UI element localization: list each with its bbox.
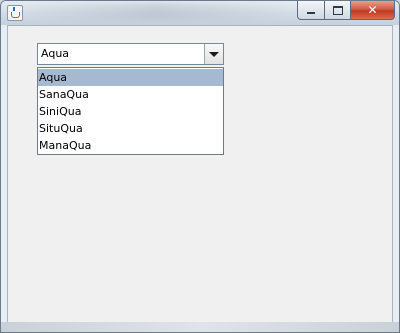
minimize-button[interactable] [297, 1, 325, 20]
close-button[interactable]: ✕ [351, 1, 395, 20]
dropdown-option-siniqua[interactable]: SiniQua [38, 103, 223, 120]
close-icon: ✕ [367, 3, 378, 17]
chevron-down-icon [209, 51, 219, 57]
maximize-button[interactable] [325, 1, 351, 20]
java-cup-icon[interactable] [7, 5, 23, 21]
dropdown-option-situqua[interactable]: SituQua [38, 120, 223, 137]
combo-arrow-button[interactable] [204, 44, 223, 64]
combo-selected-value: Aqua [41, 47, 70, 60]
minimize-icon [307, 12, 315, 14]
maximize-icon [332, 5, 343, 15]
combo-dropdown-list: Aqua SanaQua SiniQua SituQua ManaQua [37, 67, 224, 155]
dropdown-option-sanaqua[interactable]: SanaQua [38, 86, 223, 103]
dropdown-option-manaqua[interactable]: ManaQua [38, 137, 223, 154]
combo-box[interactable]: Aqua [37, 43, 224, 65]
window-controls: ✕ [297, 1, 395, 20]
taskbar-strip [1, 322, 399, 332]
dropdown-option-aqua[interactable]: Aqua [38, 69, 223, 86]
title-bar[interactable]: ✕ [1, 1, 399, 25]
